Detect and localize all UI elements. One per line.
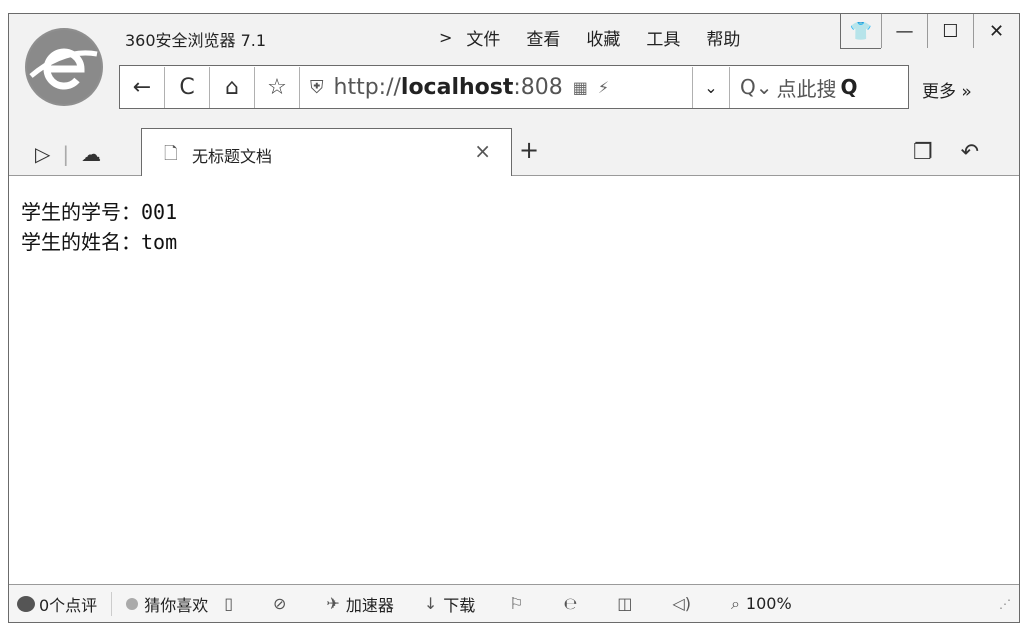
download-item[interactable]: ↓ 下载 bbox=[424, 592, 475, 616]
student-id-line: 学生的学号：001 bbox=[21, 197, 177, 227]
menu-favorites[interactable]: 收藏 bbox=[586, 25, 620, 50]
student-name-label: 学生的姓名： bbox=[21, 230, 141, 254]
maximize-button[interactable]: ☐ bbox=[927, 14, 973, 48]
speed-icon[interactable]: ⊘ bbox=[273, 594, 292, 613]
app-title: 360安全浏览器 7.1 bbox=[125, 31, 267, 50]
favorite-button[interactable]: ☆ bbox=[255, 66, 300, 108]
guess-item[interactable]: 猜你喜欢 bbox=[126, 592, 208, 616]
menu-bar: > 文件 查看 收藏 工具 帮助 bbox=[439, 22, 766, 52]
student-name-value: tom bbox=[141, 230, 178, 254]
zoom-icon: ⌕ bbox=[730, 593, 740, 613]
guess-label: 猜你喜欢 bbox=[144, 595, 209, 615]
tab-list-icon[interactable]: ❐ bbox=[913, 140, 933, 165]
accelerator-label: 加速器 bbox=[345, 595, 394, 615]
tab-title: 无标题文档 bbox=[192, 147, 273, 166]
sidebar-toggle-icon[interactable]: ▷ bbox=[35, 142, 50, 166]
browser-e-icon bbox=[27, 30, 101, 104]
address-dropdown-icon[interactable]: ⌄ bbox=[693, 66, 730, 108]
home-button[interactable]: ⌂ bbox=[210, 66, 255, 108]
download-icon: ↓ bbox=[423, 594, 438, 613]
address-port: :808 bbox=[513, 74, 563, 100]
reviews-item[interactable]: 0个点评 bbox=[17, 592, 97, 616]
minimize-button[interactable]: — bbox=[881, 14, 927, 48]
close-button[interactable]: ✕ bbox=[973, 14, 1019, 48]
address-bar[interactable]: ⛨ http://localhost:808 ▦ ⚡ bbox=[300, 66, 693, 108]
back-button[interactable]: ← bbox=[120, 66, 165, 108]
skin-icon[interactable]: 👕 bbox=[840, 14, 881, 49]
student-id-label: 学生的学号： bbox=[21, 200, 141, 224]
search-placeholder: 点此搜 bbox=[776, 76, 837, 101]
address-host: localhost bbox=[400, 74, 514, 100]
student-id-value: 001 bbox=[141, 200, 178, 224]
menu-help[interactable]: 帮助 bbox=[706, 25, 740, 50]
search-engine-icon[interactable]: Q⌄ bbox=[740, 75, 773, 99]
tab-active[interactable]: 🗋 无标题文档 × bbox=[141, 128, 512, 176]
more-button[interactable]: 更多 » bbox=[922, 77, 972, 102]
status-bar: 0个点评 猜你喜欢 ▯ ⊘ ✈ 加速器 ↓ 下载 ⚐ ℮ ◫ ◁) ⌕ 100%… bbox=[9, 584, 1019, 622]
undo-close-icon[interactable]: ↶ bbox=[961, 140, 979, 165]
rocket-icon: ✈ bbox=[326, 594, 340, 613]
lightning-icon[interactable]: ⚡ bbox=[598, 78, 609, 97]
new-tab-button[interactable]: + bbox=[519, 136, 539, 164]
divider bbox=[111, 591, 113, 616]
address-prefix: http:// bbox=[333, 74, 401, 100]
browser-logo[interactable] bbox=[25, 28, 103, 106]
browser-window: 360安全浏览器 7.1 > 文件 查看 收藏 工具 帮助 👕 — ☐ ✕ ← … bbox=[8, 13, 1020, 623]
search-icon[interactable]: Q bbox=[841, 75, 858, 99]
menu-file[interactable]: 文件 bbox=[466, 25, 500, 50]
page-content: 学生的学号：001 学生的姓名：tom bbox=[21, 197, 177, 257]
flag-icon[interactable]: ⚐ bbox=[509, 594, 529, 613]
qrcode-icon[interactable]: ▦ bbox=[573, 78, 588, 97]
navigation-bar: ← C ⌂ ☆ ⛨ http://localhost:808 ▦ ⚡ ⌄ Q⌄ … bbox=[119, 65, 909, 109]
browser-chrome: 360安全浏览器 7.1 > 文件 查看 收藏 工具 帮助 👕 — ☐ ✕ ← … bbox=[9, 14, 1019, 176]
tab-close-icon[interactable]: × bbox=[474, 139, 491, 163]
tab-left-tools: ▷ | ☁ bbox=[35, 142, 101, 166]
guess-dot-icon bbox=[126, 597, 139, 610]
tab-right-tools: ❐ ↶ bbox=[885, 140, 979, 165]
resize-grip-icon[interactable]: ⋰ bbox=[999, 597, 1011, 611]
shield-icon[interactable]: ⛨ bbox=[310, 77, 324, 98]
download-label: 下载 bbox=[443, 595, 476, 615]
window-icon[interactable]: ◫ bbox=[617, 594, 638, 613]
sound-icon[interactable]: ◁) bbox=[672, 594, 697, 613]
menu-view[interactable]: 查看 bbox=[526, 25, 560, 50]
cloud-icon[interactable]: ☁ bbox=[81, 142, 101, 166]
zoom-label: 100% bbox=[745, 594, 792, 613]
zoom-item[interactable]: ⌕ 100% bbox=[731, 594, 792, 614]
reload-button[interactable]: C bbox=[165, 66, 210, 108]
mobile-icon[interactable]: ▯ bbox=[224, 594, 239, 613]
search-input[interactable]: Q⌄ 点此搜 Q bbox=[730, 67, 908, 108]
student-name-line: 学生的姓名：tom bbox=[21, 227, 177, 257]
ie-icon[interactable]: ℮ bbox=[564, 594, 584, 613]
accelerator-item[interactable]: ✈ 加速器 bbox=[326, 592, 393, 616]
tomato-icon bbox=[17, 595, 35, 612]
window-controls: 👕 — ☐ ✕ bbox=[840, 14, 1019, 49]
divider: | bbox=[62, 142, 70, 166]
document-icon: 🗋 bbox=[164, 144, 178, 164]
reviews-label: 0个点评 bbox=[39, 595, 98, 615]
menu-tools[interactable]: 工具 bbox=[646, 25, 680, 50]
menu-arrow-icon[interactable]: > bbox=[439, 28, 452, 47]
